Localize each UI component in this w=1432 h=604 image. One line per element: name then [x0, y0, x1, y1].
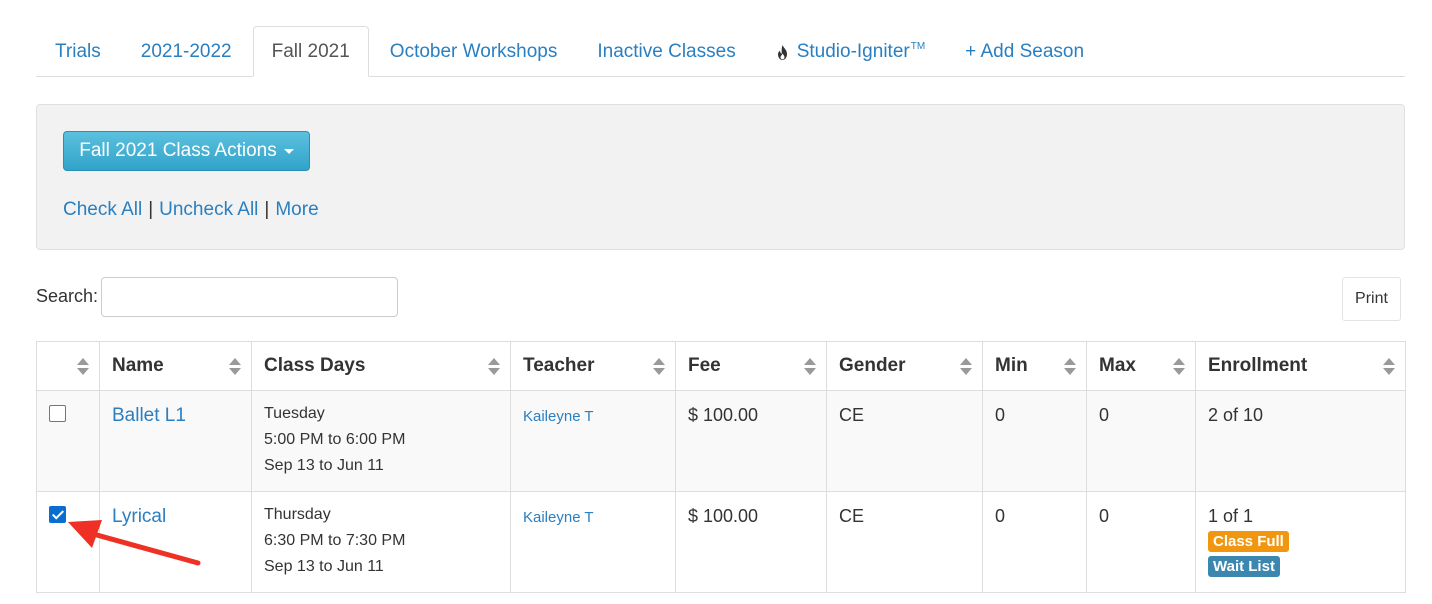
fee-cell: $ 100.00	[675, 390, 827, 492]
select-cell	[36, 390, 100, 492]
classes-table: Name Class Days Teacher Fee Gender Min M…	[36, 341, 1406, 593]
tab-fall-2021[interactable]: Fall 2021	[252, 26, 369, 77]
column-header-max[interactable]: Max	[1086, 341, 1196, 391]
link-separator: |	[264, 199, 270, 220]
class-dates: Sep 13 to Jun 11	[264, 558, 384, 575]
class-actions-panel: Fall 2021 Class Actions Check All | Unchec…	[36, 104, 1405, 250]
season-tabs: Trials 2021-2022 Fall 2021 October Works…	[36, 26, 1405, 77]
annotation-arrow-icon	[68, 520, 201, 566]
table-row: Ballet L1 Tuesday 5:00 PM to 6:00 PM Sep…	[36, 390, 1406, 492]
column-header-gender[interactable]: Gender	[826, 341, 983, 391]
check-all-link[interactable]: Check All	[63, 199, 142, 220]
class-time: 5:00 PM to 6:00 PM	[264, 431, 406, 448]
more-link[interactable]: More	[275, 199, 318, 220]
header-label: Enrollment	[1208, 355, 1308, 376]
column-header-teacher[interactable]: Teacher	[510, 341, 676, 391]
max-cell: 0	[1086, 491, 1196, 593]
teacher-link[interactable]: Kaileyne T	[523, 509, 594, 526]
uncheck-all-link[interactable]: Uncheck All	[159, 199, 258, 220]
header-label: Name	[112, 355, 164, 376]
column-header-name[interactable]: Name	[99, 341, 252, 391]
check-links: Check All | Uncheck All | More	[63, 199, 319, 221]
sort-icon	[1064, 358, 1076, 375]
tab-label: October Workshops	[389, 41, 558, 62]
table-row: Lyrical Thursday 6:30 PM to 7:30 PM Sep …	[36, 491, 1406, 593]
column-header-fee[interactable]: Fee	[675, 341, 827, 391]
header-label: Class Days	[264, 355, 366, 376]
class-dates: Sep 13 to Jun 11	[264, 457, 384, 474]
column-header-enrollment[interactable]: Enrollment	[1195, 341, 1406, 391]
header-label: Max	[1099, 355, 1136, 376]
teacher-cell: Kaileyne T	[510, 390, 676, 492]
min-cell: 0	[982, 390, 1087, 492]
search-input[interactable]	[101, 277, 398, 317]
fee-cell: $ 100.00	[675, 491, 827, 593]
teacher-link[interactable]: Kaileyne T	[523, 408, 594, 425]
enrollment-cell: 1 of 1 Class Full Wait List	[1195, 491, 1406, 593]
header-label: Gender	[839, 355, 906, 376]
sort-icon	[804, 358, 816, 375]
tab-label: Trials	[55, 41, 101, 62]
tab-label: Inactive Classes	[597, 41, 736, 62]
enrollment-cell: 2 of 10	[1195, 390, 1406, 492]
gender-cell: CE	[826, 390, 983, 492]
class-actions-label: Fall 2021 Class Actions	[79, 140, 277, 161]
row-checkbox[interactable]	[49, 405, 66, 422]
caret-down-icon	[283, 148, 294, 154]
sort-icon	[653, 358, 665, 375]
tab-label: Studio-Igniter	[796, 41, 910, 62]
print-button[interactable]: Print	[1342, 277, 1401, 321]
tab-2021-2022[interactable]: 2021-2022	[122, 27, 251, 76]
class-name-link[interactable]: Ballet L1	[112, 405, 186, 426]
tab-label: Fall 2021	[271, 40, 350, 62]
tab-label: + Add Season	[965, 41, 1085, 62]
sort-icon	[1173, 358, 1185, 375]
class-days-cell: Tuesday 5:00 PM to 6:00 PM Sep 13 to Jun…	[251, 390, 511, 492]
column-header-class-days[interactable]: Class Days	[251, 341, 511, 391]
trademark-mark: TM	[910, 40, 926, 52]
enrollment-count: 1 of 1	[1208, 506, 1254, 526]
header-label: Teacher	[523, 355, 595, 376]
sort-icon	[960, 358, 972, 375]
enrollment-count: 2 of 10	[1208, 405, 1264, 425]
name-cell: Ballet L1	[99, 390, 252, 492]
tab-trials[interactable]: Trials	[36, 27, 120, 76]
column-header-min[interactable]: Min	[982, 341, 1087, 391]
search-label: Search:	[36, 286, 99, 306]
header-label: Fee	[688, 355, 721, 376]
tab-add-season[interactable]: + Add Season	[946, 27, 1103, 76]
min-cell: 0	[982, 491, 1087, 593]
class-day: Thursday	[264, 506, 331, 523]
tab-october-workshops[interactable]: October Workshops	[371, 27, 577, 76]
class-day: Tuesday	[264, 405, 325, 422]
max-cell: 0	[1086, 390, 1196, 492]
teacher-cell: Kaileyne T	[510, 491, 676, 593]
sort-icon	[1383, 358, 1395, 375]
gender-cell: CE	[826, 491, 983, 593]
sort-icon	[488, 358, 500, 375]
tab-label: 2021-2022	[140, 41, 232, 62]
class-time: 6:30 PM to 7:30 PM	[264, 532, 406, 549]
wait-list-badge: Wait List	[1208, 556, 1280, 577]
header-label: Min	[995, 355, 1028, 376]
class-actions-dropdown-button[interactable]: Fall 2021 Class Actions	[63, 131, 310, 171]
sort-icon	[229, 358, 241, 375]
class-days-cell: Thursday 6:30 PM to 7:30 PM Sep 13 to Ju…	[251, 491, 511, 593]
tab-inactive-classes[interactable]: Inactive Classes	[578, 27, 754, 76]
table-header-row: Name Class Days Teacher Fee Gender Min M…	[36, 341, 1406, 391]
class-full-badge: Class Full	[1208, 531, 1289, 552]
link-separator: |	[148, 199, 154, 220]
sort-icon	[77, 358, 89, 375]
flame-icon	[777, 44, 787, 60]
column-header-select[interactable]	[36, 341, 100, 391]
tab-studio-igniter[interactable]: Studio-Igniter TM	[757, 27, 944, 76]
